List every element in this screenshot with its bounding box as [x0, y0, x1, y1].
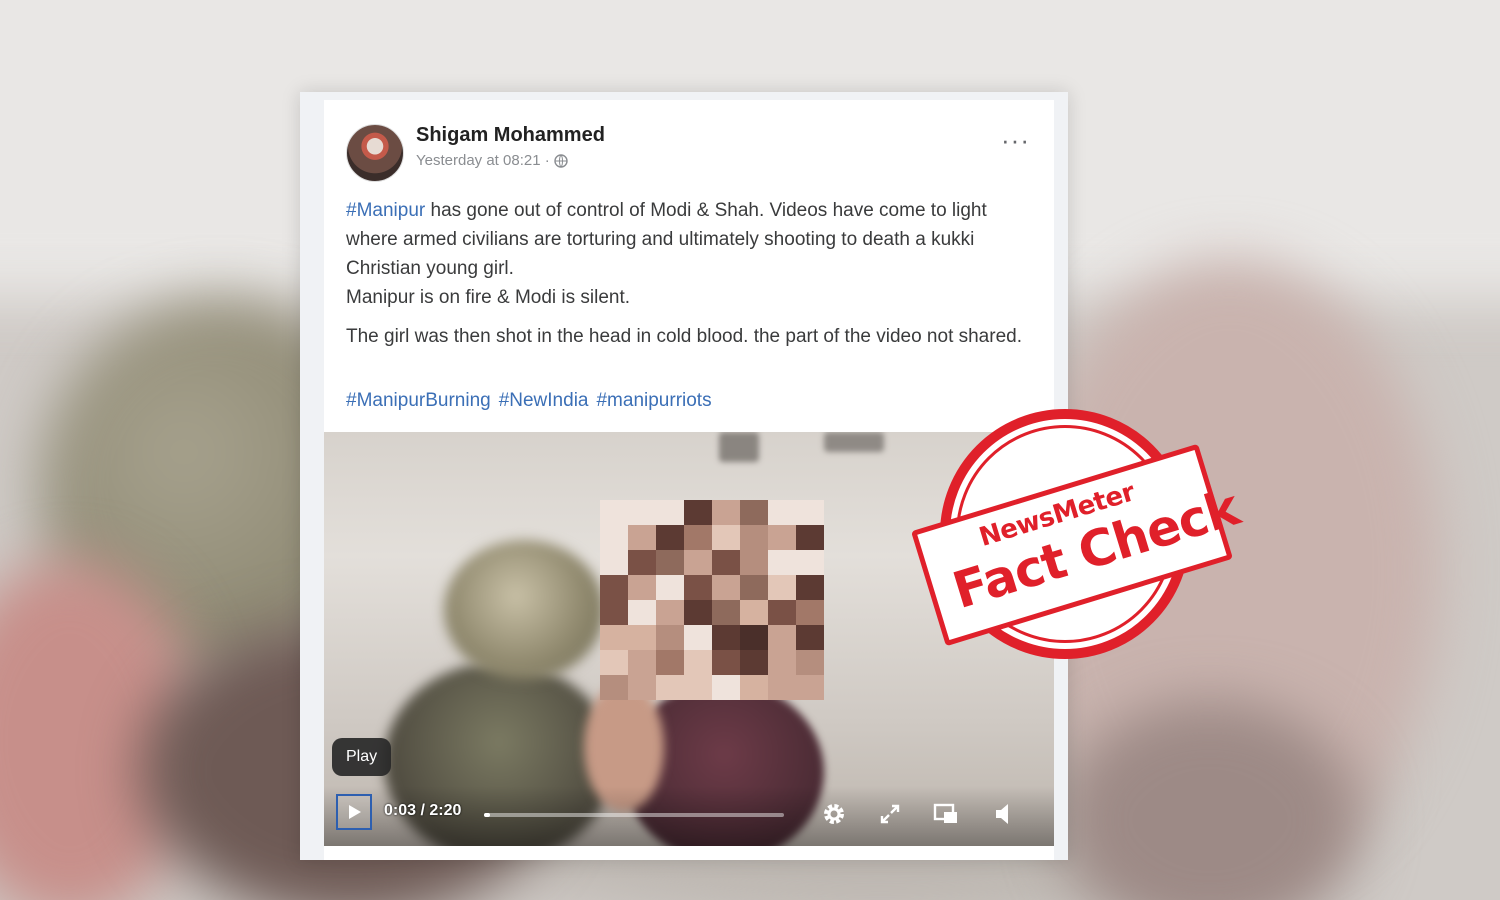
mosaic-pixel [740, 650, 768, 675]
mosaic-pixel [628, 650, 656, 675]
mosaic-pixel [656, 500, 684, 525]
video-progress-bar[interactable] [484, 813, 784, 817]
mosaic-pixel [768, 600, 796, 625]
mosaic-pixel [712, 550, 740, 575]
mosaic-pixel [684, 550, 712, 575]
video-progress-fill [484, 813, 490, 817]
mosaic-pixel [628, 575, 656, 600]
mosaic-pixel [796, 625, 824, 650]
mosaic-pixel [768, 525, 796, 550]
mosaic-pixel [768, 675, 796, 700]
mosaic-pixel [740, 600, 768, 625]
volume-icon[interactable] [992, 800, 1020, 828]
fact-check-stamp: NewsMeter Fact Check [900, 405, 1245, 670]
mosaic-pixel [600, 550, 628, 575]
mosaic-pixel [600, 500, 628, 525]
mosaic-pixel [712, 525, 740, 550]
play-button[interactable] [336, 794, 372, 830]
mosaic-pixel [628, 600, 656, 625]
mosaic-pixel [628, 675, 656, 700]
mosaic-pixel [600, 600, 628, 625]
mosaic-pixel [656, 675, 684, 700]
author-name[interactable]: Shigam Mohammed [416, 124, 605, 147]
video-time: 0:03 / 2:20 [384, 802, 462, 819]
mosaic-pixel [712, 575, 740, 600]
mosaic-pixel [712, 500, 740, 525]
mosaic-pixel [796, 600, 824, 625]
mosaic-pixel [684, 500, 712, 525]
mosaic-pixel [740, 525, 768, 550]
camo-hat [444, 540, 604, 680]
post-paragraph-2: The girl was then shot in the head in co… [346, 326, 1022, 347]
post-text-line2: Manipur is on fire & Modi is silent. [346, 287, 631, 308]
mosaic-pixel [656, 575, 684, 600]
mosaic-pixel [796, 550, 824, 575]
picture-in-picture-icon[interactable] [932, 800, 960, 828]
mosaic-pixel [768, 650, 796, 675]
mosaic-pixel [712, 625, 740, 650]
play-icon [349, 805, 361, 819]
mosaic-pixel [628, 525, 656, 550]
mosaic-pixel [628, 550, 656, 575]
mosaic-pixel [600, 675, 628, 700]
mosaic-pixel [740, 675, 768, 700]
mosaic-pixel [796, 575, 824, 600]
mosaic-pixel [768, 625, 796, 650]
mosaic-pixel [600, 575, 628, 600]
globe-icon [554, 153, 568, 168]
mosaic-pixel [656, 525, 684, 550]
mosaic-pixel [684, 575, 712, 600]
mosaic-pixel [600, 650, 628, 675]
timestamp-text[interactable]: Yesterday at 08:21 · [416, 152, 550, 169]
mosaic-pixel [796, 525, 824, 550]
mosaic-pixel [712, 600, 740, 625]
post-timestamp: Yesterday at 08:21 · [416, 152, 568, 169]
mosaic-pixel [768, 575, 796, 600]
post-text-line1: has gone out of control of Modi & Shah. … [346, 200, 987, 279]
mosaic-pixel [656, 600, 684, 625]
mosaic-pixel [684, 675, 712, 700]
mosaic-pixel [768, 550, 796, 575]
mosaic-pixel [712, 675, 740, 700]
mosaic-pixel [796, 650, 824, 675]
mosaic-pixel [656, 550, 684, 575]
post-header: Shigam Mohammed Yesterday at 08:21 · ··· [346, 120, 1036, 182]
pixelated-face [600, 500, 824, 700]
mosaic-pixel [684, 525, 712, 550]
play-tooltip: Play [332, 738, 392, 776]
mosaic-pixel [740, 550, 768, 575]
mosaic-pixel [600, 625, 628, 650]
video-controls: 0:03 / 2:20 [324, 786, 1054, 846]
mosaic-pixel [740, 575, 768, 600]
mosaic-pixel [684, 625, 712, 650]
mosaic-pixel [628, 625, 656, 650]
mosaic-pixel [628, 500, 656, 525]
post-body: #Manipur has gone out of control of Modi… [346, 196, 1036, 361]
mosaic-pixel [740, 625, 768, 650]
mosaic-pixel [768, 500, 796, 525]
mosaic-pixel [712, 650, 740, 675]
mosaic-pixel [684, 600, 712, 625]
mosaic-pixel [656, 650, 684, 675]
settings-icon[interactable] [820, 800, 848, 828]
post-paragraph-1: #Manipur has gone out of control of Modi… [346, 196, 1036, 312]
mosaic-pixel [600, 525, 628, 550]
mosaic-pixel [740, 500, 768, 525]
mosaic-pixel [684, 650, 712, 675]
hashtag-link[interactable]: #ManipurBurning [346, 390, 491, 412]
more-options-icon[interactable]: ··· [1001, 127, 1030, 153]
avatar[interactable] [346, 124, 404, 182]
hashtag-link[interactable]: #NewIndia [499, 390, 589, 412]
hashtag-manipur[interactable]: #Manipur [346, 200, 425, 221]
hashtag-link[interactable]: #manipurriots [596, 390, 711, 412]
mosaic-pixel [796, 500, 824, 525]
mosaic-pixel [796, 675, 824, 700]
mosaic-pixel [656, 625, 684, 650]
fullscreen-icon[interactable] [876, 800, 904, 828]
